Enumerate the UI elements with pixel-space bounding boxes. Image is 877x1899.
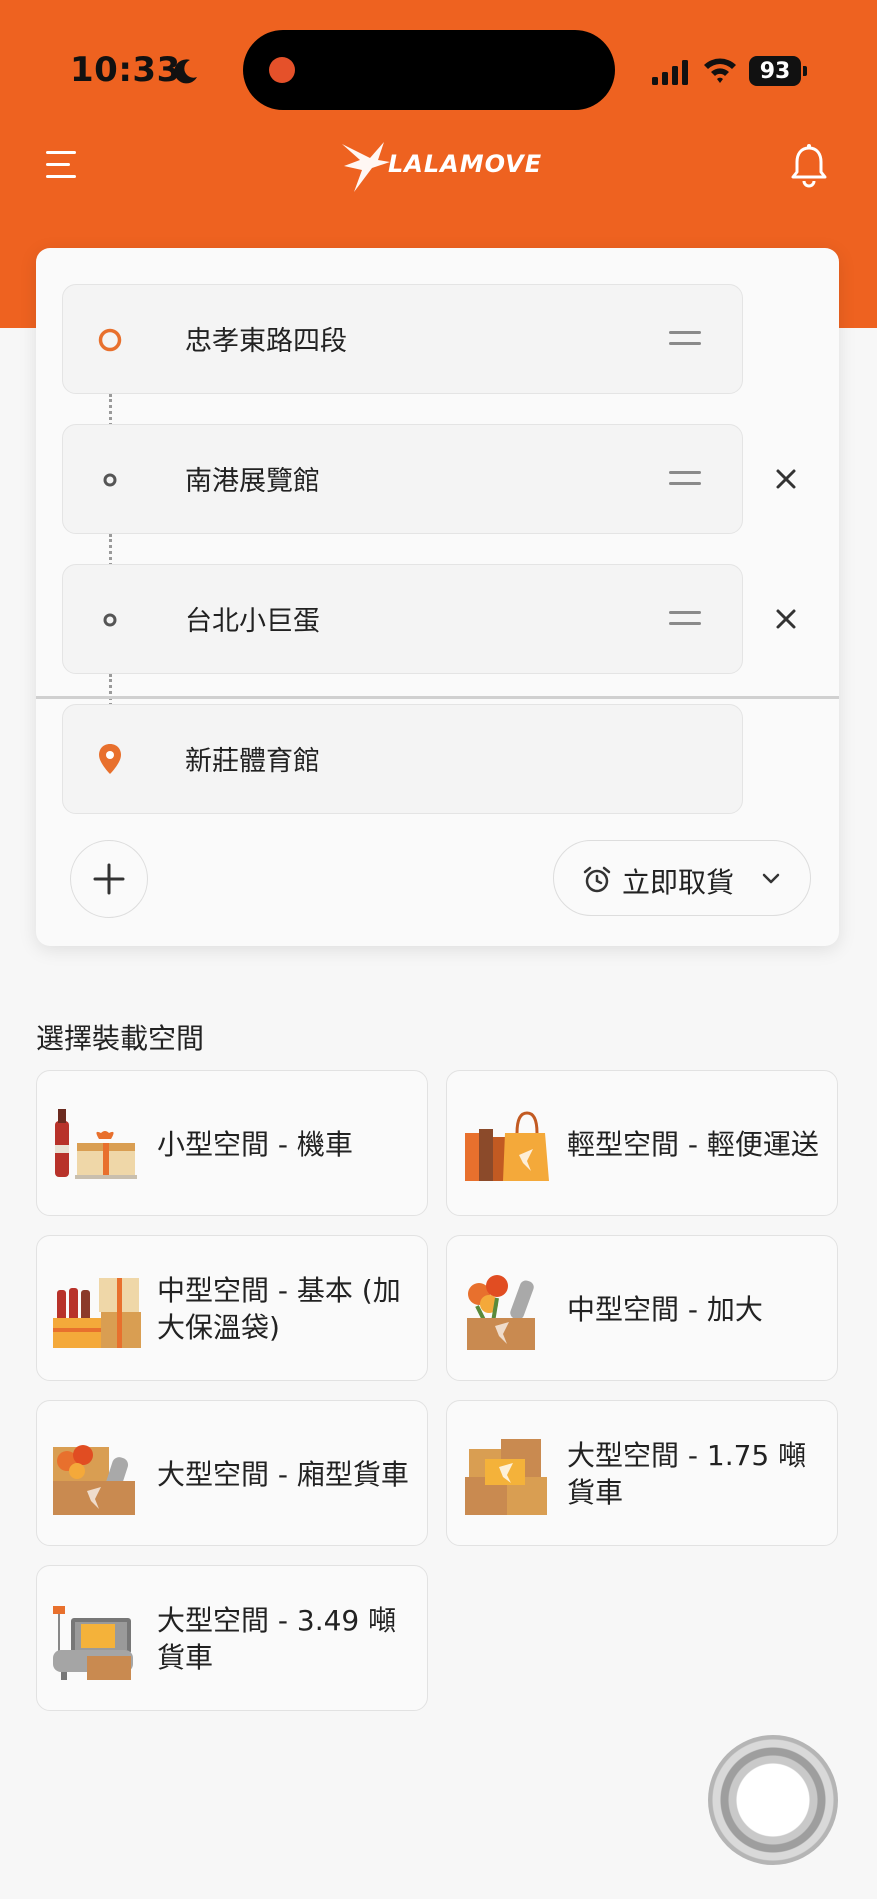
vehicle-option-label: 大型空間 - 1.75 噸貨車 — [567, 1439, 807, 1509]
add-stop-button[interactable] — [70, 840, 148, 918]
stop-label: 新莊體育館 — [185, 746, 320, 777]
vehicle-option-medium-large[interactable]: 中型空間 - 加大 — [446, 1235, 838, 1381]
vehicle-option-label: 大型空間 - 3.49 噸貨車 — [157, 1604, 397, 1674]
vehicle-option-label: 中型空間 - 基本 (加大保溫袋) — [157, 1274, 401, 1344]
vehicle-option-label: 中型空間 - 加大 — [567, 1292, 763, 1326]
location-pin-icon — [99, 744, 121, 774]
stop-waypoint[interactable]: 南港展覽館 — [62, 424, 743, 534]
stacked-boxes-icon — [465, 1439, 547, 1515]
vehicle-section-title: 選擇裝載空間 — [36, 1022, 205, 1055]
stop-origin[interactable]: 忠孝東路四段 — [62, 284, 743, 394]
vehicle-option-large-van[interactable]: 大型空間 - 廂型貨車 — [36, 1400, 428, 1546]
wifi-icon — [704, 58, 736, 83]
flowers-and-boxes-icon — [53, 1445, 135, 1515]
alarm-clock-icon — [583, 866, 611, 893]
cellular-signal-icon — [652, 60, 688, 85]
vehicle-option-large-truck-1-75[interactable]: 大型空間 - 1.75 噸貨車 — [446, 1400, 838, 1546]
battery-level: 93 — [759, 58, 791, 84]
route-card: 忠孝東路四段 南港展覽館 台北小巨蛋 新莊體育館 立即取貨 — [36, 248, 839, 946]
bottle-and-box-icon — [55, 1109, 137, 1179]
vehicle-option-small-motorcycle[interactable]: 小型空間 - 機車 — [36, 1070, 428, 1216]
notification-bell-icon[interactable] — [789, 144, 829, 188]
battery-indicator: 93 — [749, 56, 807, 86]
hamburger-menu-icon[interactable] — [44, 148, 80, 182]
drag-handle-icon[interactable] — [669, 325, 701, 351]
pickup-time-label: 立即取貨 — [622, 866, 735, 899]
flowers-and-box-icon — [467, 1275, 535, 1350]
furniture-and-tv-icon — [53, 1606, 133, 1680]
pickup-time-selector[interactable]: 立即取貨 — [553, 840, 811, 916]
vehicle-option-label: 大型空間 - 廂型貨車 — [157, 1457, 409, 1491]
lalamove-logo: LALAMOVE — [340, 136, 543, 196]
waypoint-dot-icon — [103, 613, 117, 627]
status-bar: 10:33 93 — [0, 0, 877, 130]
hummingbird-logo-icon — [342, 142, 390, 192]
drag-handle-icon[interactable] — [669, 465, 701, 491]
waypoint-dot-icon — [103, 473, 117, 487]
stop-label: 忠孝東路四段 — [185, 326, 347, 357]
vehicle-option-large-truck-3-49[interactable]: 大型空間 - 3.49 噸貨車 — [36, 1565, 428, 1711]
remove-stop-close-icon[interactable] — [772, 465, 800, 493]
floating-assist-button[interactable] — [708, 1735, 838, 1865]
vehicle-option-label: 輕型空間 - 輕便運送 — [567, 1127, 819, 1161]
stop-waypoint[interactable]: 台北小巨蛋 — [62, 564, 743, 674]
chevron-down-icon — [762, 873, 780, 884]
plus-icon — [93, 863, 124, 894]
binders-and-bag-icon — [465, 1111, 549, 1181]
vehicle-option-light-delivery[interactable]: 輕型空間 - 輕便運送 — [446, 1070, 838, 1216]
stop-label: 南港展覽館 — [185, 466, 320, 497]
vehicle-option-label: 小型空間 - 機車 — [157, 1127, 353, 1161]
origin-circle-icon — [98, 328, 122, 352]
status-time: 10:33 — [70, 50, 181, 90]
vehicle-option-medium-basic[interactable]: 中型空間 - 基本 (加大保溫袋) — [36, 1235, 428, 1381]
remove-stop-close-icon[interactable] — [772, 605, 800, 633]
drinks-and-boxes-icon — [53, 1278, 141, 1348]
recording-indicator-icon — [269, 57, 295, 83]
stop-destination[interactable]: 新莊體育館 — [62, 704, 743, 814]
dynamic-island — [243, 30, 615, 110]
brand-name: LALAMOVE — [388, 150, 543, 178]
drag-handle-icon[interactable] — [669, 605, 701, 631]
stop-label: 台北小巨蛋 — [185, 606, 320, 637]
moon-icon — [174, 59, 197, 84]
drag-divider — [36, 696, 839, 699]
